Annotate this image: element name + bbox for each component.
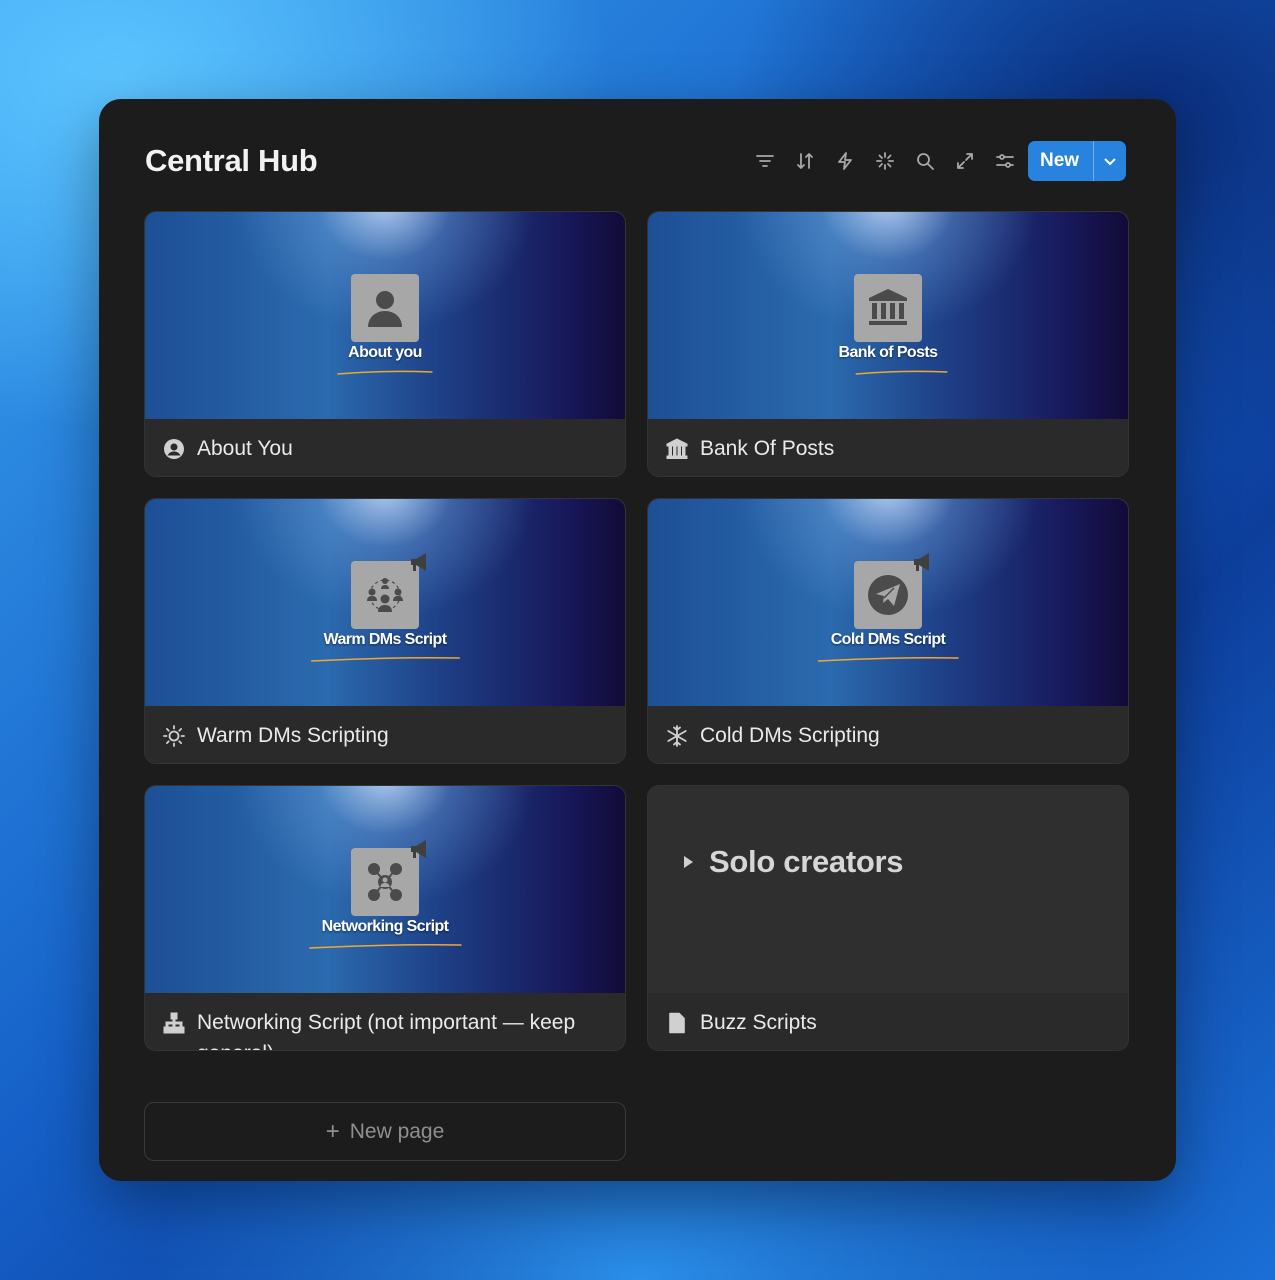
cover-caption: Cold DMs Script [817,631,959,662]
cover-caption: Bank of Posts [833,344,947,375]
cover-tile [854,274,922,342]
new-button[interactable]: New [1028,141,1093,181]
network-people-icon [368,863,402,901]
card-cover: Bank of Posts [648,212,1128,419]
gallery-card-cold-dms[interactable]: Cold DMs Script Cold DMs Scripting [647,498,1129,764]
gallery-card-networking[interactable]: Networking Script Networking Script (not… [144,785,626,1051]
cover-tile [351,553,426,629]
card-footer: About You [145,419,625,476]
sort-icon [797,153,813,169]
central-hub-panel: Central Hub New About you About You Bank… [99,99,1176,1181]
toggle-triangle-icon [684,856,693,868]
card-footer: Warm DMs Scripting [145,706,625,763]
toggle-heading: Solo creators [684,844,904,880]
lightning-icon [838,152,852,170]
new-page-label: New page [349,1119,445,1143]
card-title: Warm DMs Scripting [197,724,389,747]
cover-tile [351,840,426,916]
filter-icon [756,155,774,167]
card-cover: About you [145,212,625,419]
filter-button[interactable] [745,141,785,181]
card-cover: Networking Script [145,786,625,993]
gallery-card-warm-dms[interactable]: Warm DMs Script Warm DMs Scripting [144,498,626,764]
card-page-preview: Solo creators [648,786,1128,993]
gallery-card-about-you[interactable]: About you About You [144,211,626,477]
toolbar: New [745,141,1127,181]
card-title: About You [197,437,293,460]
cover-tile [854,553,929,629]
card-title: Networking Script (not important — keep … [197,1011,576,1050]
card-footer: Cold DMs Scripting [648,706,1128,763]
megaphone-icon [912,551,936,573]
search-button[interactable] [905,141,945,181]
network-icon [163,1012,185,1034]
view-settings-button[interactable] [985,141,1025,181]
expand-icon [957,153,973,169]
cover-caption: Warm DMs Script [310,631,460,662]
settings-sliders-icon [996,154,1014,168]
document-icon [666,1012,688,1034]
cover-caption: About you [337,344,433,375]
new-page-button[interactable]: + New page [144,1102,626,1161]
group-icon [367,578,403,612]
plus-icon: + [325,1117,340,1145]
new-button-group: New [1028,141,1127,181]
paper-plane-icon [868,575,908,615]
bank-building-icon [869,289,907,325]
ai-button[interactable] [865,141,905,181]
user-circle-icon [163,438,185,460]
card-footer: Networking Script (not important — keep … [145,993,625,1050]
card-cover: Warm DMs Script [145,499,625,706]
gallery-card-bank-of-posts[interactable]: Bank of Posts Bank Of Posts [647,211,1129,477]
cover-caption: Networking Script [308,918,462,949]
page-title: Central Hub [145,143,318,178]
card-title: Buzz Scripts [700,1011,817,1034]
person-icon [368,291,402,327]
snowflake-icon [666,725,688,747]
gallery-card-buzz-scripts[interactable]: Solo creators Buzz Scripts [647,785,1129,1051]
cover-tile [351,274,419,342]
chevron-down-icon [1104,158,1116,166]
new-dropdown-button[interactable] [1093,141,1126,181]
card-footer: Buzz Scripts [648,993,1128,1050]
card-footer: Bank Of Posts [648,419,1128,476]
preview-heading: Solo creators [709,844,904,879]
sparkle-icon [876,152,894,170]
card-title: Bank Of Posts [700,437,835,460]
megaphone-icon [409,551,433,573]
megaphone-icon [409,838,433,860]
automation-button[interactable] [825,141,865,181]
sort-button[interactable] [785,141,825,181]
bank-icon [666,438,688,460]
sun-icon [163,725,185,747]
expand-button[interactable] [945,141,985,181]
card-cover: Cold DMs Script [648,499,1128,706]
card-title: Cold DMs Scripting [700,724,880,747]
search-icon [917,153,934,170]
